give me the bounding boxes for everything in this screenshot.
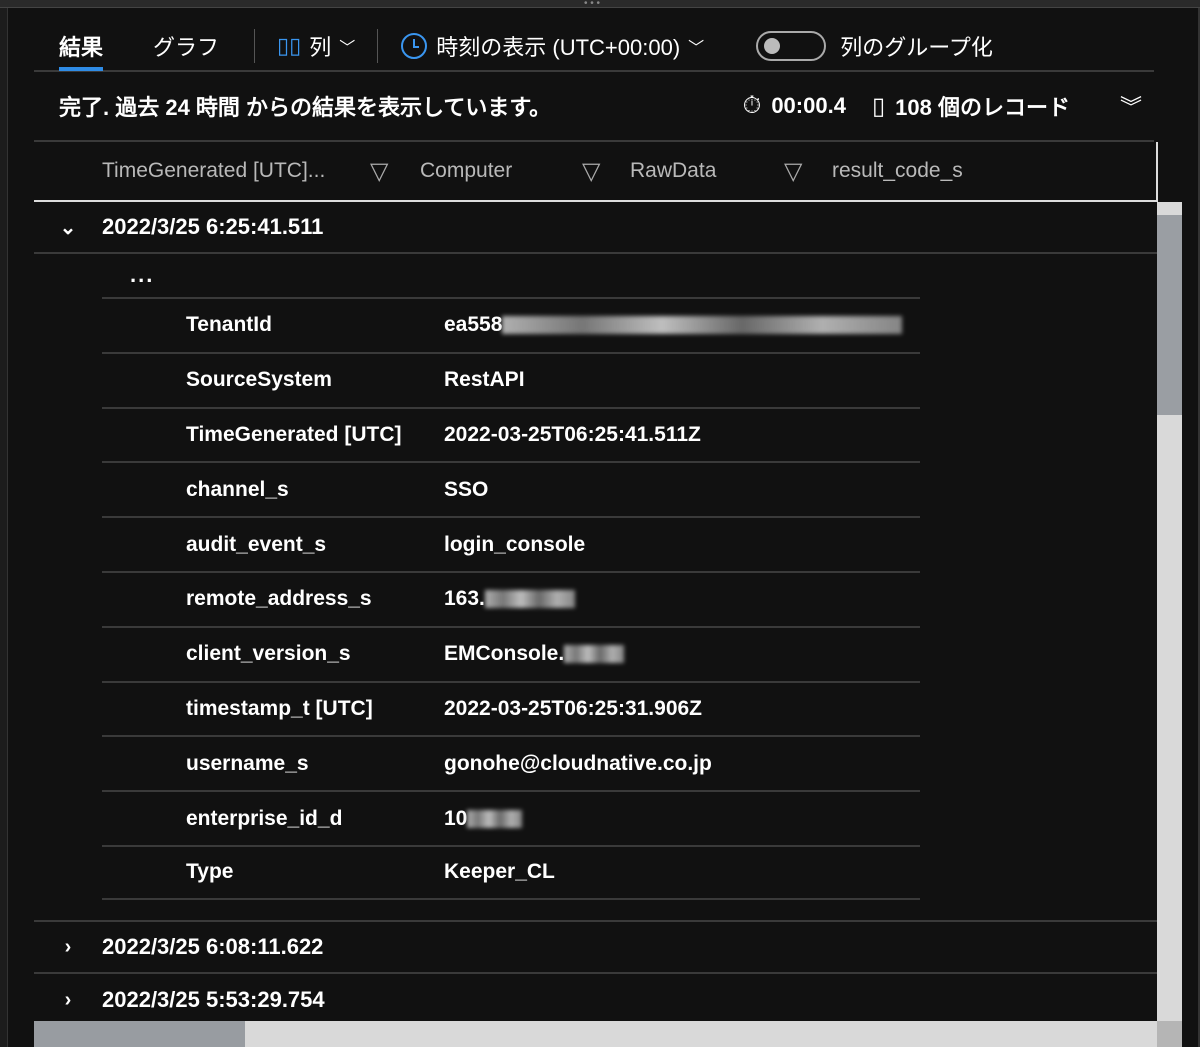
detail-row: username_s gonohe@cloudnative.co.jp xyxy=(102,735,920,790)
vertical-scroll-thumb[interactable] xyxy=(1157,215,1182,415)
clock-icon xyxy=(401,33,428,59)
detail-value-text: ea558 xyxy=(444,313,503,337)
chevron-down-icon: ﹀ xyxy=(688,40,705,57)
chevron-down-icon[interactable]: ⌄ xyxy=(34,215,102,240)
status-bar: 完了. 過去 24 時間 からの結果を表示しています。 ⏱ 00:00.4 ▯ … xyxy=(34,72,1154,142)
horizontal-scroll-thumb[interactable] xyxy=(34,1021,245,1047)
detail-value-text: EMConsole. xyxy=(444,642,565,666)
column-header-timegenerated[interactable]: TimeGenerated [UTC]... xyxy=(102,159,370,183)
divider xyxy=(377,29,379,63)
detail-row: enterprise_id_d 10 xyxy=(102,790,920,845)
redacted-block xyxy=(484,590,575,609)
detail-value: gonohe@cloudnative.co.jp xyxy=(444,752,712,776)
detail-row: remote_address_s 163. xyxy=(102,570,920,626)
record-details: TenantId ea558 SourceSystem RestAPI TimeGene… xyxy=(102,297,920,900)
results-toolbar: 結果 グラフ ▯▯ 列 ﹀ 時刻の表示 (UTC+00:00) ﹀ 列のグループ… xyxy=(34,22,1154,72)
records-icon: ▯ xyxy=(871,92,886,120)
detail-value-text: RestAPI xyxy=(444,368,525,392)
tab-chart-label: グラフ xyxy=(153,35,220,60)
detail-row: Type Keeper_CL xyxy=(102,844,920,900)
tab-results[interactable]: 結果 xyxy=(34,23,128,71)
detail-key: enterprise_id_d xyxy=(186,806,343,830)
column-header-result-code[interactable]: result_code_s xyxy=(832,159,963,183)
detail-key: TimeGenerated [UTC] xyxy=(186,422,402,446)
detail-value: 2022-03-25T06:25:31.906Z xyxy=(444,697,702,721)
tab-chart[interactable]: グラフ xyxy=(128,23,244,69)
record-count: 108 個のレコード xyxy=(895,95,1070,120)
detail-value-text: Keeper_CL xyxy=(444,860,555,884)
tab-results-label: 結果 xyxy=(59,35,104,60)
group-columns-toggle[interactable] xyxy=(756,31,827,61)
row-time: 2022/3/25 5:53:29.754 xyxy=(102,987,325,1012)
detail-key: remote_address_s xyxy=(186,587,372,611)
row-time: 2022/3/25 6:08:11.622 xyxy=(102,934,324,959)
detail-row: channel_s SSO xyxy=(102,461,920,516)
table-row[interactable]: › 2022/3/25 5:53:29.754 xyxy=(34,974,1157,1026)
detail-value: 10 xyxy=(444,806,523,831)
detail-row: audit_event_s login_console xyxy=(102,516,920,571)
detail-value: SSO xyxy=(444,478,488,502)
detail-value: 2022-03-25T06:25:41.511Z xyxy=(444,423,701,447)
detail-key: SourceSystem xyxy=(186,368,332,392)
detail-value-text: login_console xyxy=(444,532,586,556)
detail-key: username_s xyxy=(186,751,309,775)
detail-row: timestamp_t [UTC] 2022-03-25T06:25:31.906… xyxy=(102,680,920,736)
time-display-button[interactable]: 時刻の表示 (UTC+00:00) ﹀ xyxy=(388,30,716,62)
chevron-right-icon[interactable]: › xyxy=(34,936,102,959)
table-header: TimeGenerated [UTC]... ▽ Computer ▽ RawD… xyxy=(34,142,1158,202)
detail-value: 163. xyxy=(444,587,575,611)
columns-label: 列 xyxy=(309,35,332,60)
table-row[interactable]: ⌄ 2022/3/25 6:25:41.511 xyxy=(34,202,1157,254)
detail-row: TimeGenerated [UTC] 2022-03-25T06:25:41.5… xyxy=(102,406,920,462)
detail-value: login_console xyxy=(444,533,585,557)
detail-key: timestamp_t [UTC] xyxy=(186,696,373,720)
redacted-block xyxy=(564,645,625,664)
left-edge xyxy=(0,8,8,1047)
column-header-rawdata[interactable]: RawData xyxy=(630,159,784,183)
resize-handle[interactable]: • • • xyxy=(0,0,1200,9)
scroll-corner xyxy=(1157,1021,1182,1047)
grip-icon[interactable]: • • • xyxy=(584,0,600,9)
detail-value-text: gonohe@cloudnative.co.jp xyxy=(444,751,712,775)
status-message: 完了. 過去 24 時間 からの結果を表示しています。 xyxy=(59,95,552,120)
detail-value-text: 163. xyxy=(444,587,485,611)
detail-row: client_version_s EMConsole. xyxy=(102,625,920,681)
detail-value: Keeper_CL xyxy=(444,860,555,884)
query-duration: 00:00.4 xyxy=(771,93,846,118)
redacted-block xyxy=(502,316,903,335)
table-row[interactable]: › 2022/3/25 6:08:11.622 xyxy=(34,920,1157,974)
detail-key: channel_s xyxy=(186,477,289,501)
detail-value: EMConsole. xyxy=(444,642,625,666)
more-button[interactable]: ... xyxy=(130,262,154,288)
detail-value: RestAPI xyxy=(444,368,525,392)
detail-row: TenantId ea558 xyxy=(102,297,920,352)
chevron-down-icon: ﹀ xyxy=(339,40,356,57)
detail-row: SourceSystem RestAPI xyxy=(102,351,920,407)
column-header-computer[interactable]: Computer xyxy=(420,159,582,183)
stopwatch-icon: ⏱ xyxy=(742,92,762,119)
horizontal-scrollbar[interactable] xyxy=(34,1021,1157,1047)
filter-icon[interactable]: ▽ xyxy=(582,157,630,186)
columns-button[interactable]: ▯▯ 列 ﹀ xyxy=(265,30,367,62)
chevron-right-icon[interactable]: › xyxy=(34,989,102,1012)
expand-all-icon[interactable]: ︾ xyxy=(1120,90,1142,122)
group-columns-label: 列のグループ化 xyxy=(840,35,993,60)
detail-value-text: 2022-03-25T06:25:31.906Z xyxy=(444,696,703,720)
detail-key: TenantId xyxy=(186,313,272,337)
filter-icon[interactable]: ▽ xyxy=(784,157,832,186)
detail-value-text: 2022-03-25T06:25:41.511Z xyxy=(444,422,701,446)
detail-key: Type xyxy=(186,860,234,884)
vertical-scrollbar[interactable] xyxy=(1157,202,1182,1021)
detail-value-text: SSO xyxy=(444,477,489,501)
detail-value: ea558 xyxy=(444,313,903,337)
detail-value-text: 10 xyxy=(444,806,468,830)
row-time: 2022/3/25 6:25:41.511 xyxy=(102,214,324,239)
detail-key: audit_event_s xyxy=(186,532,327,556)
divider xyxy=(254,29,256,63)
filter-icon[interactable]: ▽ xyxy=(370,157,420,186)
detail-key: client_version_s xyxy=(186,642,351,666)
redacted-block xyxy=(467,809,523,828)
time-display-label: 時刻の表示 (UTC+00:00) xyxy=(436,35,681,60)
columns-icon: ▯▯ xyxy=(277,33,302,58)
